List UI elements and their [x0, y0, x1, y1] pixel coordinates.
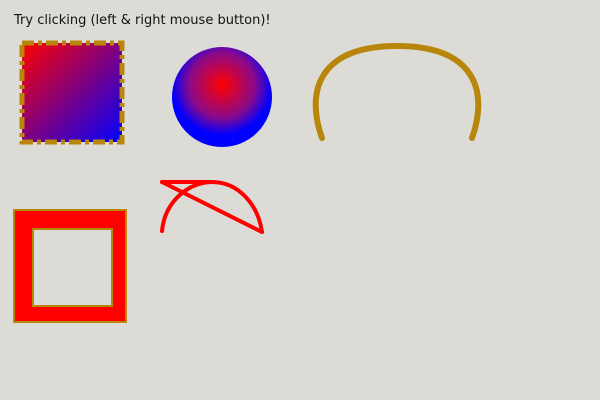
- gradient-square-fill: [22, 43, 122, 142]
- shapes-scene[interactable]: [0, 0, 600, 400]
- red-frame[interactable]: [13, 209, 127, 323]
- gold-arc[interactable]: [312, 42, 482, 141]
- drawing-canvas[interactable]: Try clicking (left & right mouse button)…: [0, 0, 600, 400]
- gold-arc-stroke: [312, 42, 482, 141]
- red-frame-inner-border: [32, 228, 113, 307]
- gradient-circle-fill: [172, 47, 272, 147]
- gradient-square[interactable]: [19, 40, 125, 145]
- gradient-circle[interactable]: [172, 47, 272, 147]
- red-chord-line-1: [160, 180, 264, 234]
- red-crossed-arc[interactable]: [160, 179, 264, 234]
